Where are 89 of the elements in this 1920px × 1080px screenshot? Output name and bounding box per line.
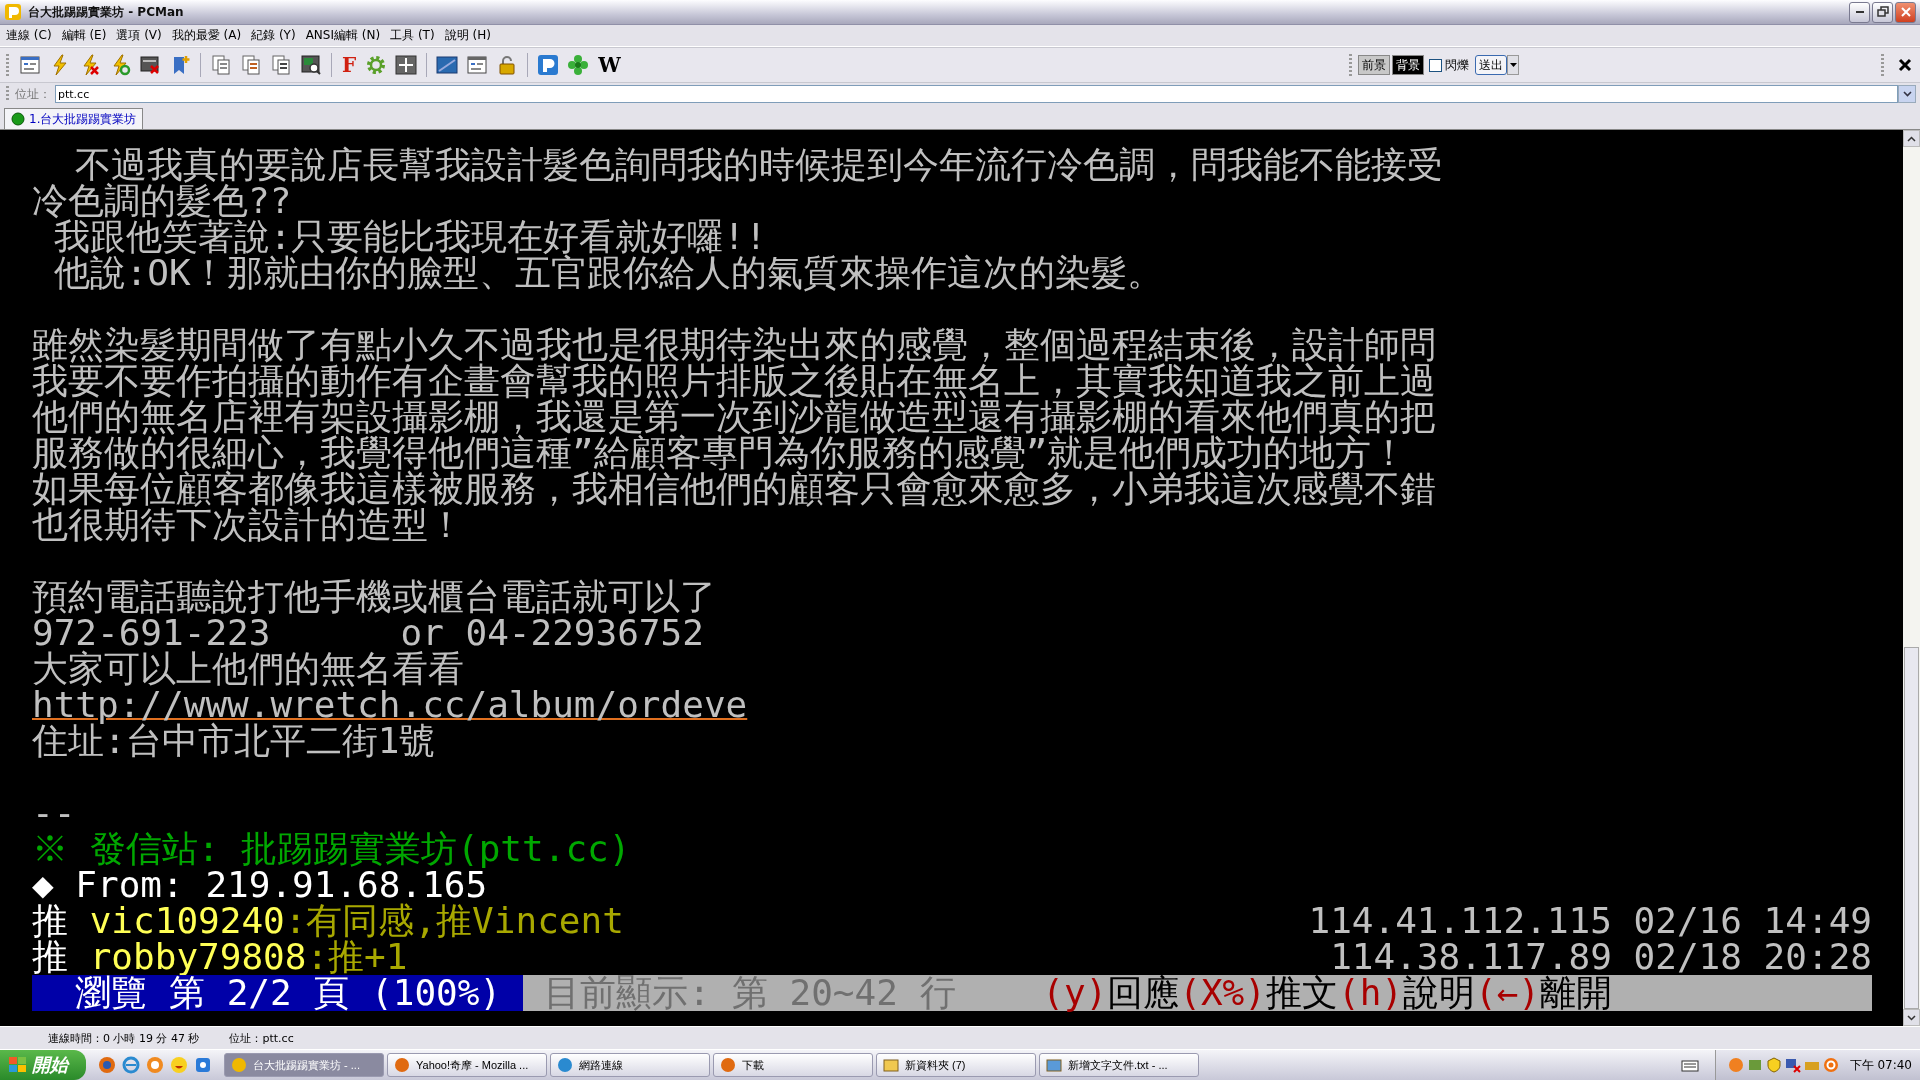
shield-icon[interactable]: [1765, 1057, 1782, 1073]
taskbar-button[interactable]: 網路連線: [550, 1053, 710, 1077]
menu-item[interactable]: 編輯 (E): [59, 27, 115, 44]
arrows-icon[interactable]: [393, 52, 420, 78]
terminal-text: 我跟他笑著說:只要能比我現在好看就好囉!!: [53, 219, 767, 255]
menu-item[interactable]: 說明 (H): [442, 27, 499, 44]
dropdown-button[interactable]: [1898, 85, 1916, 103]
terminal-text: 我要不要作拍攝的動作有企畫會幫我的照片排版之後貼在無名上，其實我知道我之前上過: [32, 363, 1436, 399]
update-icon[interactable]: [1822, 1057, 1839, 1073]
pager-status-text: 回應: [1107, 975, 1180, 1011]
blink-checkbox[interactable]: [1429, 58, 1442, 72]
toolbar-button[interactable]: F: [337, 52, 362, 78]
menu-item[interactable]: 選項 (V): [114, 27, 170, 44]
address-field[interactable]: ptt.cc: [55, 85, 1898, 103]
terminal-text: ◆ From: 219.91.68.165: [32, 867, 488, 903]
status-text: 連線時間：0 小時 19 分 47 秒: [48, 1030, 200, 1046]
caret-icon: [1509, 63, 1517, 67]
taskbar-button[interactable]: 新資料夾 (7): [876, 1053, 1036, 1077]
send-button[interactable]: 送出: [1475, 55, 1507, 75]
scroll-down-icon[interactable]: [1907, 1014, 1916, 1021]
scroll-up-icon[interactable]: [1907, 135, 1916, 142]
terminal-text: 972-691-223 or 04-22936752: [32, 615, 704, 651]
chat-icon[interactable]: [194, 1056, 212, 1074]
restore-button[interactable]: [1872, 1, 1893, 23]
browser-icon: [720, 1057, 736, 1073]
url-link[interactable]: http://www.wretch.cc/album/ordeve: [32, 687, 748, 723]
network-icon[interactable]: [1746, 1057, 1763, 1073]
close-icon: [1899, 6, 1912, 18]
connection-tab[interactable]: 1.台大批踢踢實業坊: [4, 108, 144, 129]
terminal-text: 不過我真的要說店長幫我設計髮色詢問我的時候提到今年流行冷色調，問我能不能接受: [75, 147, 1444, 183]
restore-icon: [1876, 6, 1889, 18]
address-label: 位址：: [15, 85, 51, 103]
terminal-text: 預約電話聽說打他手機或櫃台電話就可以了: [32, 579, 716, 615]
status-text: 位址：ptt.cc: [229, 1030, 294, 1046]
menu-item[interactable]: 紀錄 (Y): [249, 27, 304, 44]
terminal-text: 他們的無名店裡有架設攝影棚，我還是第一次到沙龍做造型還有攝影棚的看來他們真的把: [32, 399, 1436, 435]
comment-text: 推: [32, 900, 69, 941]
comment-ip-time: 114.41.112.115 02/16 14:49: [1308, 903, 1872, 939]
keyboard-icon[interactable]: [1680, 1057, 1699, 1073]
dropdown-button[interactable]: [1507, 55, 1519, 75]
terminal-text: 雖然染髮期間做了有點小久不過我也是很期待染出來的感覺，整個過程結束後，設計師問: [32, 327, 1436, 363]
minimize-icon: [1855, 11, 1864, 13]
smiley-icon[interactable]: [170, 1056, 188, 1074]
taskbar-button[interactable]: 新增文字文件.txt - ...: [1039, 1053, 1199, 1077]
pager-status-text: 目前顯示: 第 20~42 行: [543, 975, 957, 1011]
clock: 下午 07:40: [1849, 1056, 1912, 1074]
color-button[interactable]: 前景: [1358, 55, 1390, 75]
comment-ip-time: 114.38.117.89 02/18 20:28: [1330, 939, 1872, 975]
menu-item[interactable]: ANSI編輯 (N): [303, 27, 389, 44]
window-title: 台大批踢踢實業坊 - PCMan: [28, 3, 184, 21]
toolbar-button[interactable]: W: [593, 52, 626, 78]
pager-status-text: 說明: [1403, 975, 1475, 1011]
terminal-text: 如果每位顧客都像我這樣被服務，我相信他們的顧客只會愈來愈多，小弟我這次感覺不錯: [32, 471, 1436, 507]
pager-status-text: (X%): [1179, 975, 1266, 1011]
terminal-text: 服務做的很細心，我覺得他們這種”給顧客專門為你服務的感覺”就是他們成功的地方！: [32, 435, 1408, 471]
pager-status-text: (y): [1041, 975, 1108, 1011]
windows-logo-icon: [8, 1056, 28, 1074]
menu-item[interactable]: 工具 (T): [388, 27, 443, 44]
pager-status-text: (h): [1337, 975, 1403, 1011]
pager-status-text: (←): [1475, 975, 1540, 1011]
menu-item[interactable]: 我的最愛 (A): [169, 27, 250, 44]
taskbar-button[interactable]: 下載: [713, 1053, 873, 1077]
taskbar-button[interactable]: Yahoo!奇摩 - Mozilla ...: [387, 1053, 547, 1077]
terminal-text: 冷色調的髮色??: [32, 183, 292, 219]
status-dot-icon: [11, 112, 25, 126]
folder-icon: [883, 1057, 899, 1073]
browser-icon: [394, 1057, 410, 1073]
terminal-text: 住址:台中市北平二街1號: [32, 723, 436, 759]
terminal-text: ※ 發信站: 批踢踢實業坊(ptt.cc): [32, 831, 631, 867]
browser-icon[interactable]: [98, 1056, 116, 1074]
pager-status-text: 離開: [1540, 975, 1612, 1011]
close-icon[interactable]: [1898, 58, 1912, 72]
checkbox-label: 閃爍: [1445, 56, 1469, 74]
minimize-button[interactable]: [1849, 1, 1870, 23]
notepad-icon: [1046, 1057, 1062, 1073]
pager-status-text: 推文: [1265, 975, 1338, 1011]
pager-status-text: 瀏覽 第 2/2 頁 (100%): [74, 975, 503, 1011]
network-cross-icon[interactable]: [1784, 1057, 1801, 1073]
caret-icon: [1902, 91, 1912, 97]
terminal-text: 也很期待下次設計的造型！: [32, 507, 464, 543]
messenger-icon[interactable]: [146, 1056, 164, 1074]
comment-text: :有同感,推Vincent: [284, 900, 624, 941]
color-button[interactable]: 背景: [1392, 55, 1424, 75]
close-button[interactable]: [1895, 1, 1916, 23]
terminal-text: 大家可以上他們的無名看看: [32, 651, 464, 687]
terminal-text: --: [32, 795, 76, 831]
menu-item[interactable]: 連線 (C): [4, 27, 60, 44]
terminal-text: 他說:OK！那就由你的臉型、五官跟你給人的氣質來操作這次的染髮。: [52, 255, 1163, 291]
comment-text: vic109240: [89, 900, 285, 941]
